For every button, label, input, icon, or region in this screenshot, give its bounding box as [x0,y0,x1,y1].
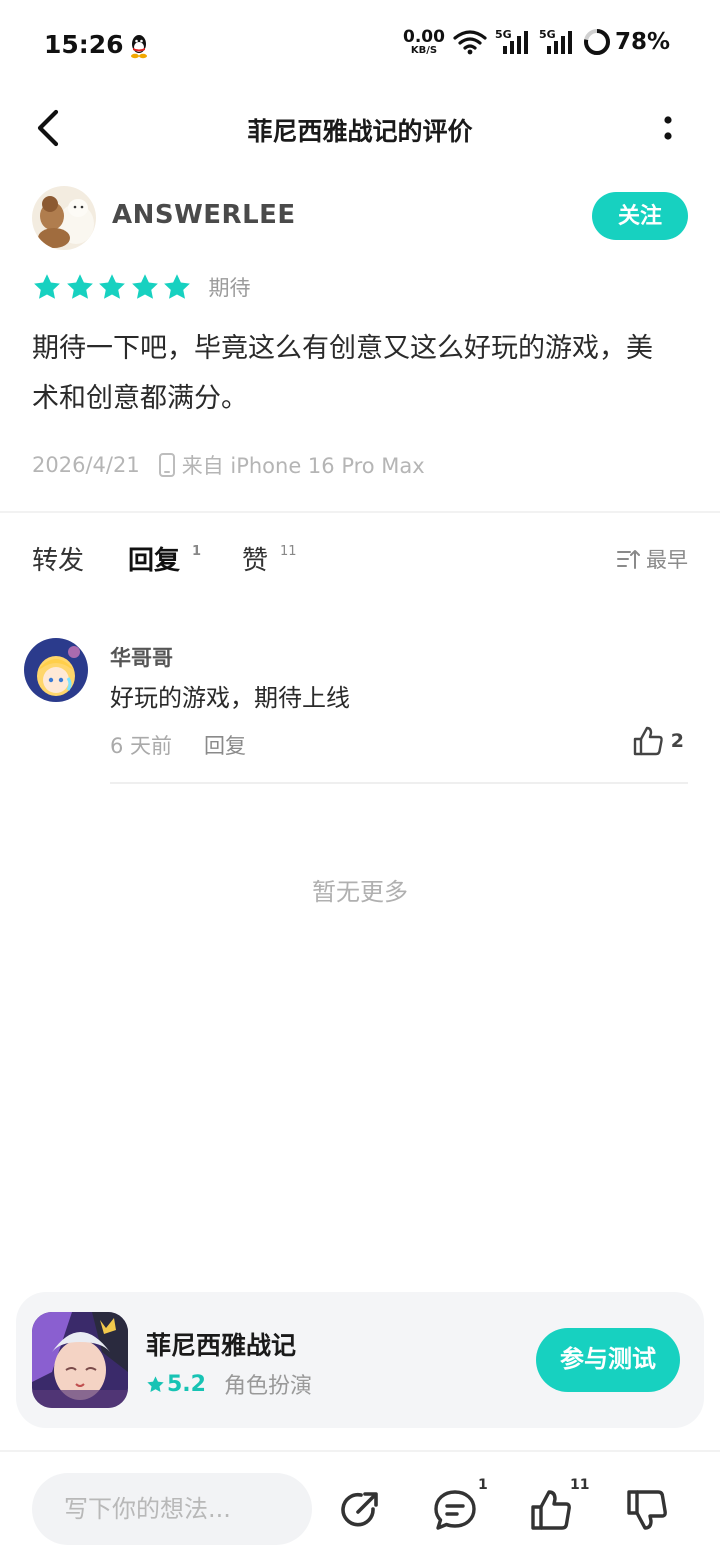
wifi-icon [453,30,487,55]
review-date: 2026/4/21 [32,453,140,477]
thumbs-down-icon[interactable] [624,1487,670,1533]
game-genre: 角色扮演 [223,1374,312,1399]
comment-count-badge: 1 [478,1477,488,1493]
game-score: 5.2 [167,1371,206,1397]
comment-like-button[interactable]: 2 [631,724,684,758]
comment-text: 好玩的游戏，期待上线 [110,684,350,712]
like-count: 11 [280,544,297,559]
status-time: 15:26 [44,30,124,59]
sort-icon [617,550,640,569]
game-icon[interactable] [32,1312,128,1408]
rating-label: 期待 [208,276,251,300]
battery: 78% [583,28,670,56]
more-options-icon[interactable] [658,110,678,150]
qq-icon [131,35,147,59]
like-count-badge: 11 [570,1477,590,1493]
game-name: 菲尼西雅战记 [146,1331,297,1360]
top-nav: 菲尼西雅战记的评价 [0,92,720,168]
comment-like-count: 2 [670,730,684,752]
reply-count: 1 [192,544,202,559]
comment-input-box[interactable] [32,1473,312,1545]
battery-ring-icon [583,29,610,55]
score-star-icon [147,1375,164,1392]
game-card[interactable]: 菲尼西雅战记 5.2 角色扮演 参与测试 [16,1292,704,1428]
join-test-button[interactable]: 参与测试 [536,1328,680,1392]
bottom-divider [0,1450,720,1452]
commenter-avatar[interactable] [24,638,88,702]
tab-repost[interactable]: 转发 [32,540,84,577]
game-meta: 5.2 角色扮演 [146,1368,312,1400]
status-bar: 15:26 0.00 KB/S 5G 5G 78% [0,0,720,92]
status-right: 0.00 KB/S 5G 5G 78% [403,28,670,56]
page-title: 菲尼西雅战记的评价 [247,117,473,146]
tab-reply[interactable]: 回复 1 [128,540,202,578]
reaction-tabs: 转发 回复 1 赞 11 最早 [32,540,688,590]
sort-button[interactable]: 最早 [616,544,688,574]
rating-row: 期待 [32,270,251,304]
tab-like[interactable]: 赞 11 [242,540,297,577]
star-icon [34,274,60,299]
star-icon [131,274,158,299]
star-icon [164,274,190,299]
follow-button[interactable]: 关注 [592,192,688,240]
star-icon [99,274,125,299]
review-meta: 2026/4/21 来自 iPhone 16 Pro Max [32,450,425,480]
star-icon [66,274,93,299]
author-avatar[interactable] [32,186,96,250]
signal-2: 5G [539,28,575,56]
signal-bars-icon [502,31,528,54]
net-speed: 0.00 KB/S [402,26,445,56]
phone-icon [158,453,175,477]
comment-divider [110,782,688,784]
section-divider [0,511,720,513]
thumbs-up-icon [633,726,663,756]
signal-1: 5G [495,28,531,56]
thumbs-up-icon[interactable] [528,1487,574,1533]
review-author: ANSWERLEE 关注 [32,186,688,250]
comment-input[interactable] [32,1473,312,1545]
review-text: 期待一下吧，毕竟这么有创意又这么好玩的游戏，美术和创意都满分。 [32,333,653,414]
share-icon[interactable] [337,1487,383,1533]
review-device: 来自 iPhone 16 Pro Max [181,454,425,478]
comment-reply-button[interactable]: 回复 [204,730,246,760]
signal-bars-icon [546,31,572,54]
author-name[interactable]: ANSWERLEE [112,200,296,230]
comment-time: 6 天前 [110,734,173,758]
comment-icon[interactable] [432,1487,478,1533]
commenter-name[interactable]: 华哥哥 [110,642,173,672]
no-more-text: 暂无更多 [312,878,408,906]
